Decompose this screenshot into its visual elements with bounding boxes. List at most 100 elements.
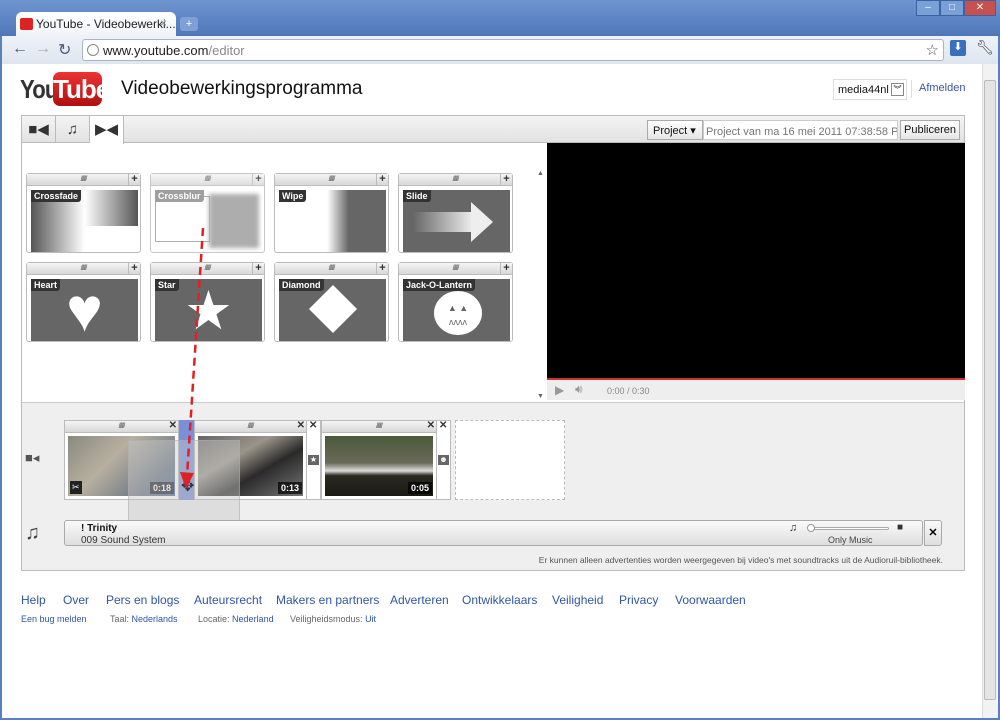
publish-button[interactable]: Publiceren [900,120,960,140]
wrench-icon[interactable]: 🔧︎ [976,39,994,56]
footer-link-safety[interactable]: Veiligheid [552,593,603,607]
tab-videos[interactable]: ■◀ [22,116,56,143]
project-label: Project [653,125,688,137]
add-icon[interactable]: + [128,263,140,275]
audio-notice: Er kunnen alleen advertenties worden wee… [538,555,943,565]
footer-link-help[interactable]: Help [21,593,46,607]
transition-heart[interactable]: //////+ ♥ Heart [26,262,141,342]
add-icon[interactable]: + [376,263,388,275]
transition-slot[interactable]: ✕ ☻ [436,420,451,500]
footer-link-advertising[interactable]: Adverteren [390,593,449,607]
transition-label: Slide [403,190,431,202]
star-transition-icon: ★ [308,455,319,465]
transition-label: Crossfade [31,190,82,202]
address-bar[interactable]: www.youtube.com/editor ☆ [82,39,944,61]
footer-link-developers[interactable]: Ontwikkelaars [462,593,537,607]
transition-wipe[interactable]: //////+ Wipe [274,173,389,253]
remove-transition-icon[interactable]: ✕ [309,420,317,431]
new-tab-button[interactable]: + [180,17,198,31]
footer-link-press[interactable]: Pers en blogs [106,593,179,607]
clip-duration: 0:13 [277,482,302,494]
download-icon[interactable]: ⬇ [950,40,966,56]
audio-mix-label: Only Music [828,535,873,545]
footer-link-terms[interactable]: Voorwaarden [675,593,746,607]
footer-link-copyright[interactable]: Auteursrecht [194,593,262,607]
close-window-button[interactable]: ✕ [964,0,996,16]
minimize-button[interactable]: – [916,0,940,16]
transition-star[interactable]: //////+ ★ Star [150,262,265,342]
safety-value: Uit [365,614,377,624]
browser-tab[interactable]: YouTube - Videobewerki... × [16,12,176,38]
video-camera-icon: ■◀ [28,121,49,138]
tab-audio[interactable]: ♫ [56,116,90,143]
remove-clip-icon[interactable]: ✕ [297,420,305,431]
footer-link-about[interactable]: Over [63,593,89,607]
audio-mix-slider[interactable] [811,527,889,530]
video-camera-icon: ■ [897,522,904,533]
back-icon[interactable]: ← [12,40,28,58]
player-controls: ▶ 🔊︎ 0:00 / 0:30 [547,378,965,400]
project-name-input[interactable] [703,120,898,140]
close-tab-icon[interactable]: × [160,16,167,30]
video-track-icon: ■◂ [25,450,40,465]
chevron-down-icon: ︾ [891,83,904,96]
transition-slide[interactable]: //////+ Slide [398,173,513,253]
audio-track-icon: ♫ [25,522,40,544]
page-scrollbar-thumb[interactable] [984,80,996,700]
transitions-scrollbar[interactable]: ▲ ▼ [537,170,546,400]
project-menu-button[interactable]: Project ▾ [647,120,703,140]
forward-icon[interactable]: → [35,40,51,58]
transition-label: Wipe [279,190,307,202]
clip-duration: 0:05 [407,482,432,494]
youtube-logo[interactable]: You Tube [20,72,110,106]
add-icon[interactable]: + [376,174,388,186]
trim-scissors-icon[interactable]: ✂ [70,481,82,494]
globe-icon [87,44,99,56]
transition-slot[interactable]: ✕ ★ [306,420,321,500]
language-value: Nederlands [131,614,178,624]
transition-crossblur[interactable]: //////+ Crossblur [150,173,265,253]
location-selector[interactable]: Locatie: Nederland [198,614,274,624]
transition-label: Diamond [279,279,324,291]
browser-toolbar: ← → ↻ www.youtube.com/editor ☆ ⬇ 🔧︎ [0,36,1000,64]
play-icon[interactable]: ▶ [555,383,564,397]
remove-clip-icon[interactable]: ✕ [427,420,435,431]
maximize-button[interactable]: □ [940,0,964,16]
user-menu[interactable]: media44nl ︾ [833,79,907,100]
timeline-clip[interactable]: //////✕ 0:05 [321,420,437,500]
empty-clip-drop-zone[interactable] [455,420,565,500]
music-note-icon: ♫ [789,522,798,534]
language-label: Taal: [110,614,130,624]
star-icon[interactable]: ☆ [926,41,939,59]
logout-link[interactable]: Afmelden [919,82,965,94]
audio-artist: 009 Sound System [81,535,166,546]
audio-title: ! Trinity [81,523,118,534]
transition-crossfade[interactable]: //////+ Crossfade [26,173,141,253]
tab-transitions[interactable]: ▶◀ [90,116,124,144]
report-bug-link[interactable]: Een bug melden [21,614,87,624]
remove-transition-icon[interactable]: ✕ [439,420,447,431]
transition-diamond[interactable]: //////+ Diamond [274,262,389,342]
safety-mode-selector[interactable]: Veiligheidsmodus: Uit [290,614,376,624]
remove-clip-icon[interactable]: ✕ [169,420,177,431]
location-label: Locatie: [198,614,230,624]
add-icon[interactable]: + [500,174,512,186]
add-icon[interactable]: + [128,174,140,186]
add-icon[interactable]: + [252,174,264,186]
add-icon[interactable]: + [500,263,512,275]
transition-jack-o-lantern[interactable]: //////+ ▲ ▲ ᴧᴧᴧᴧ Jack-O-Lantern [398,262,513,342]
music-note-icon: ♫ [66,121,79,138]
reload-icon[interactable]: ↻ [58,40,71,60]
transition-label: Jack-O-Lantern [403,279,476,291]
footer-link-privacy[interactable]: Privacy [619,593,658,607]
language-selector[interactable]: Taal: Nederlands [110,614,178,624]
video-preview[interactable] [547,143,965,378]
add-icon[interactable]: + [252,263,264,275]
audio-track[interactable]: ! Trinity 009 Sound System ♫ ■ Only Musi… [64,520,923,546]
volume-icon[interactable]: 🔊︎ [575,382,583,397]
remove-audio-button[interactable]: ✕ [924,520,942,546]
transition-label: Star [155,279,179,291]
audio-mix-slider-handle[interactable] [807,524,815,532]
transitions-icon: ▶◀ [94,121,119,138]
footer-link-creators[interactable]: Makers en partners [276,593,379,607]
